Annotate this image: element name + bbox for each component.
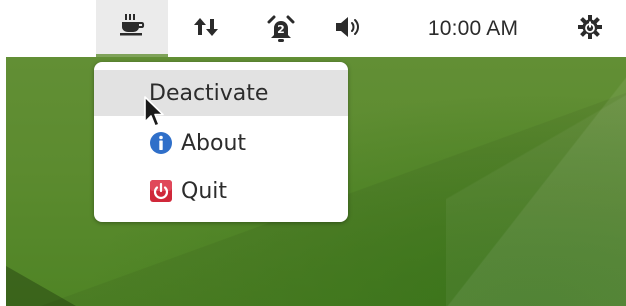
- caffeine-menu: Deactivate About Quit: [94, 62, 348, 222]
- network-arrows-icon: [193, 15, 219, 43]
- menu-item-label: About: [181, 130, 247, 156]
- info-icon: [149, 131, 173, 155]
- system-menu-indicator[interactable]: [568, 0, 612, 57]
- wallpaper-shade: [6, 266, 76, 306]
- speaker-icon: [334, 15, 364, 43]
- alarm-clock-icon: 2: [267, 15, 295, 43]
- clock-indicator[interactable]: 10:00 AM: [403, 0, 543, 57]
- wallpaper-ray: [446, 57, 626, 306]
- coffee-cup-icon: [119, 13, 145, 41]
- mouse-cursor-icon: [143, 95, 167, 131]
- menu-item-about[interactable]: About: [94, 120, 348, 166]
- alarm-indicator[interactable]: 2: [258, 0, 304, 57]
- menu-item-label: Quit: [181, 178, 227, 204]
- clock-label: 10:00 AM: [427, 16, 519, 40]
- menu-item-deactivate[interactable]: Deactivate: [94, 70, 348, 116]
- power-gear-icon: [577, 14, 603, 44]
- menu-item-quit[interactable]: Quit: [94, 168, 348, 214]
- sound-indicator[interactable]: [326, 0, 372, 57]
- network-indicator[interactable]: [186, 0, 226, 57]
- screen: 2 10:00 AM Deactivate About Quit: [0, 0, 626, 306]
- caffeine-indicator[interactable]: [96, 0, 168, 57]
- top-panel: 2 10:00 AM: [0, 0, 626, 57]
- alarm-badge: 2: [277, 22, 285, 36]
- power-icon: [149, 179, 173, 203]
